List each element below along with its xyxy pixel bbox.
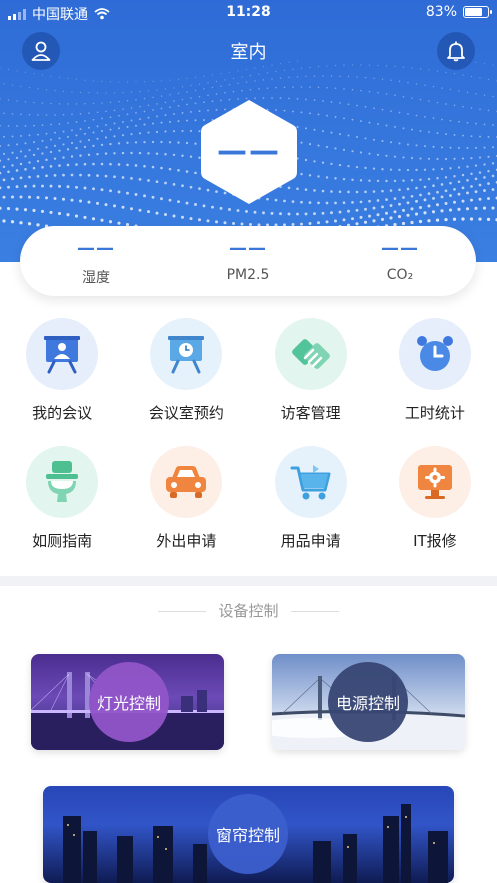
heading-rule-right xyxy=(290,611,339,612)
heading-rule-left xyxy=(158,611,207,612)
toilet-icon xyxy=(46,461,79,502)
grid-item-outing-request[interactable]: 外出申请 xyxy=(124,446,248,574)
grid-item-label: 外出申请 xyxy=(156,532,217,550)
curtain-control-card[interactable]: 窗帘控制 xyxy=(43,786,454,883)
grid-item-label: 用品申请 xyxy=(280,532,341,550)
grid-item-visitor-management[interactable]: 访客管理 xyxy=(249,318,373,446)
metric-value: —— xyxy=(381,238,419,259)
clock-board-icon xyxy=(168,336,205,374)
power-control-label: 电源控制 xyxy=(328,662,408,742)
grid-item-supplies-request[interactable]: 用品申请 xyxy=(249,446,373,574)
grid-item-label: 会议室预约 xyxy=(148,404,224,422)
metric-co2: —— CO₂ xyxy=(324,226,476,296)
handshake-icon xyxy=(291,339,330,369)
metric-pm25: —— PM2.5 xyxy=(172,226,324,296)
environment-metrics-card: —— 湿度 —— PM2.5 —— CO₂ xyxy=(20,226,476,296)
function-grid: 我的会议 会议室预约 访客管理 工时统计 如厕指南 外出申请 用品申请 IT报修 xyxy=(0,318,497,574)
presentation-icon xyxy=(44,336,81,374)
grid-item-label: 我的会议 xyxy=(32,404,93,422)
grid-item-my-meetings[interactable]: 我的会议 xyxy=(0,318,124,446)
grid-item-work-hours[interactable]: 工时统计 xyxy=(373,318,497,446)
monitor-gear-icon xyxy=(417,465,452,499)
power-control-card[interactable]: 电源控制 xyxy=(272,654,465,750)
clock-label: 11:28 xyxy=(226,4,271,20)
battery-label: 83% xyxy=(425,4,457,20)
status-bar: 中国联通 11:28 83% xyxy=(0,0,497,26)
notification-button[interactable] xyxy=(437,32,475,70)
metric-label: 湿度 xyxy=(82,270,110,286)
grid-item-label: 访客管理 xyxy=(280,404,341,422)
section-divider xyxy=(0,576,497,586)
grid-item-it-repair[interactable]: IT报修 xyxy=(373,446,497,574)
hexagon-value: —— xyxy=(217,134,281,169)
grid-item-label: 工时统计 xyxy=(404,404,465,422)
light-control-label: 灯光控制 xyxy=(89,662,169,742)
air-quality-hexagon: —— xyxy=(199,96,299,208)
metric-label: PM2.5 xyxy=(226,267,270,283)
alarm-clock-icon xyxy=(416,336,453,371)
section-title: 设备控制 xyxy=(218,602,279,620)
section-heading: 设备控制 xyxy=(0,600,497,621)
light-control-card[interactable]: 灯光控制 xyxy=(31,654,224,750)
metric-label: CO₂ xyxy=(386,267,414,283)
header-banner: 中国联通 11:28 83% 室内 —— xyxy=(0,0,497,262)
grid-item-restroom-guide[interactable]: 如厕指南 xyxy=(0,446,124,574)
grid-item-label: 如厕指南 xyxy=(32,532,93,550)
car-icon xyxy=(166,466,207,498)
battery-icon xyxy=(463,6,492,18)
metric-value: —— xyxy=(77,238,115,259)
grid-item-label: IT报修 xyxy=(413,532,457,550)
metric-humidity: —— 湿度 xyxy=(20,226,172,296)
cart-icon xyxy=(290,465,331,500)
grid-item-room-booking[interactable]: 会议室预约 xyxy=(124,318,248,446)
metric-value: —— xyxy=(229,238,267,259)
curtain-control-label: 窗帘控制 xyxy=(208,794,288,874)
page-title: 室内 xyxy=(230,42,267,63)
bell-icon xyxy=(447,41,465,62)
